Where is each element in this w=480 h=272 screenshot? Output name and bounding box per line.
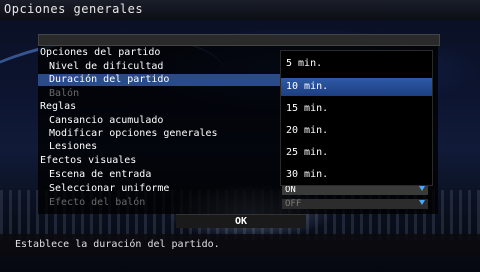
section-efectos-visuales: Efectos visuales [40,155,137,166]
section-opciones-partido: Opciones del partido [40,47,161,58]
uniforme-select[interactable]: ON [282,185,428,195]
efecto-balon-value: OFF [285,199,302,209]
efecto-balon-select[interactable]: OFF [282,199,428,209]
menu-item-modificar-opciones[interactable]: Modificar opciones generales [49,128,218,140]
dropdown-option[interactable]: 30 min. [286,168,328,182]
menu-item-cansancio[interactable]: Cansancio acumulado [49,115,163,127]
status-bar: Establece la duración del partido. [0,234,480,256]
menu-item-lesiones[interactable]: Lesiones [49,141,97,153]
dropdown-option[interactable]: 5 min. [286,57,322,71]
chevron-down-icon [419,200,425,205]
dropdown-option[interactable]: 25 min. [286,146,328,160]
duration-dropdown[interactable]: 5 min. 10 min. 15 min. 20 min. 25 min. 3… [280,50,433,186]
menu-item-seleccionar-uniforme[interactable]: Seleccionar uniforme [49,183,169,195]
chevron-down-icon [419,186,425,191]
menu-item-duracion-partido[interactable]: Duración del partido [49,74,169,86]
menu-item-balon[interactable]: Balón [49,88,79,100]
menu-item-escena-entrada[interactable]: Escena de entrada [49,169,151,181]
menu-item-efecto-balon[interactable]: Efecto del balón [49,197,145,209]
top-strip [38,34,440,46]
uniforme-value: ON [285,185,296,195]
section-reglas: Reglas [40,101,77,112]
status-text: Establece la duración del partido. [15,239,220,250]
title-bar: Opciones generales [0,0,480,20]
menu-item-nivel-dificultad[interactable]: Nivel de dificultad [49,61,163,73]
ok-button[interactable]: OK [176,214,306,228]
page-title: Opciones generales [4,2,144,16]
dropdown-option[interactable]: 15 min. [286,102,328,116]
dropdown-option-selected[interactable]: 10 min. [286,80,328,94]
dropdown-option[interactable]: 20 min. [286,124,328,138]
